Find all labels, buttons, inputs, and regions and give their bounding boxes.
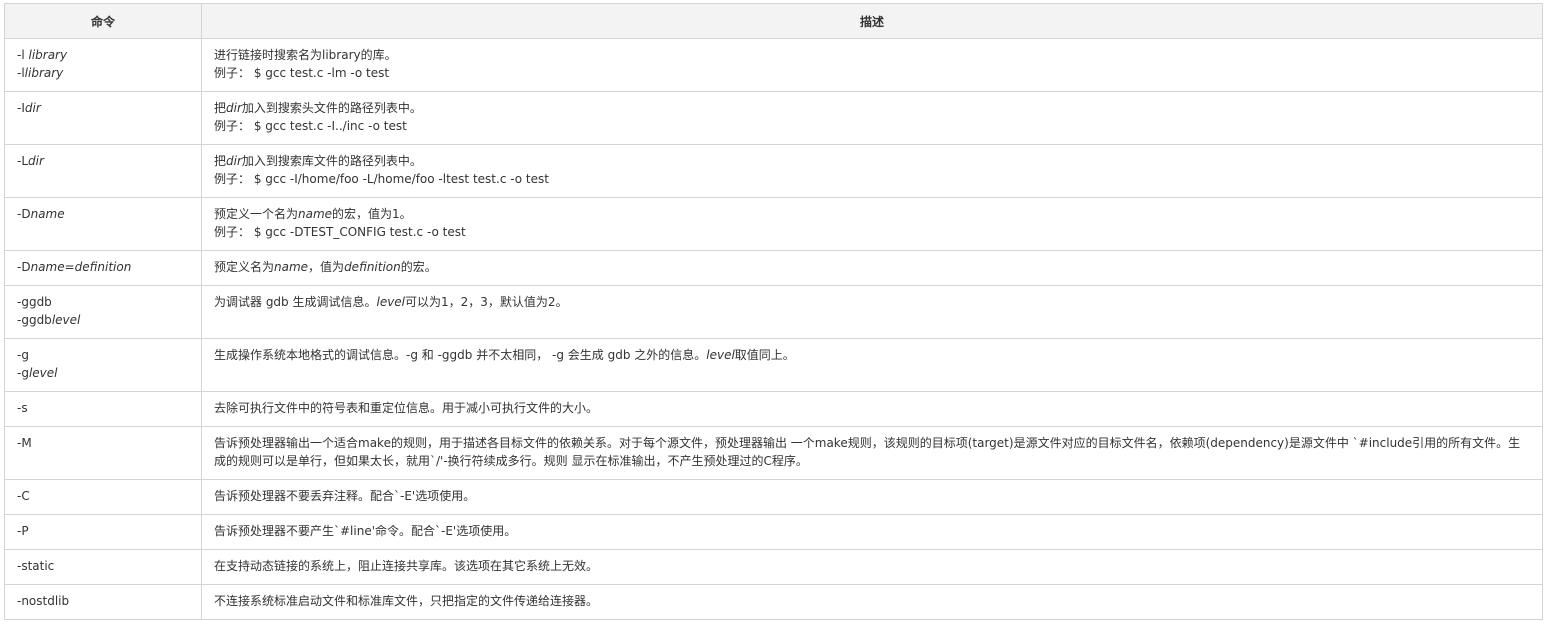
command-cell: -nostdlib (4, 584, 202, 620)
description-line: 例子： $ gcc test.c -lm -o test (214, 66, 390, 80)
description-line: 预定义名为name，值为definition的宏。 (214, 260, 437, 274)
command-line: -P (17, 524, 29, 538)
command-italic: library (24, 66, 64, 80)
command-cell: -static (4, 549, 202, 585)
description-line: 进行链接时搜索名为library的库。 (214, 48, 397, 62)
description-line: 预定义一个名为name的宏，值为1。 (214, 207, 412, 221)
description-line: 例子： $ gcc -I/home/foo -L/home/foo -ltest… (214, 172, 549, 186)
table-body: -l library -llibrary 进行链接时搜索名为library的库。 例子… (4, 38, 1543, 620)
command-italic: level (51, 313, 81, 327)
command-line: -glevel (17, 366, 58, 380)
table-row: -Idir 把dir加入到搜索头文件的路径列表中。 例子： $ gcc test.c… (4, 91, 1543, 145)
command-cell: -Dname=definition (4, 250, 202, 286)
description-line: 告诉预处理器输出一个适合make的规则，用于描述各目标文件的依赖关系。对于每个源… (214, 436, 1521, 468)
description-cell: 为调试器 gdb 生成调试信息。level可以为1，2，3，默认值为2。 (201, 285, 1543, 339)
table-row: -static 在支持动态链接的系统上，阻止连接共享库。该选项在其它系统上无效。 (4, 549, 1543, 585)
description-italic: dir (226, 154, 242, 168)
description-line: 为调试器 gdb 生成调试信息。level可以为1，2，3，默认值为2。 (214, 295, 568, 309)
command-cell: -g -glevel (4, 338, 202, 392)
command-cell: -s (4, 391, 202, 427)
command-line: -nostdlib (17, 594, 70, 608)
description-line: 把dir加入到搜索库文件的路径列表中。 (214, 154, 422, 168)
command-cell: -C (4, 479, 202, 515)
description-cell: 生成操作系统本地格式的调试信息。-g 和 -ggdb 并不太相同， -g 会生成… (201, 338, 1543, 392)
table-header-row: 命令 描述 (4, 3, 1543, 39)
command-line: -Dname (17, 207, 65, 221)
description-line: 告诉预处理器不要丢弃注释。配合`-E'选项使用。 (214, 489, 476, 503)
command-cell: -Dname (4, 197, 202, 251)
table-row: -s 去除可执行文件中的符号表和重定位信息。用于减小可执行文件的大小。 (4, 391, 1543, 427)
command-line: -C (17, 489, 30, 503)
command-cell: -P (4, 514, 202, 550)
description-cell: 在支持动态链接的系统上，阻止连接共享库。该选项在其它系统上无效。 (201, 549, 1543, 585)
header-command: 命令 (4, 3, 202, 39)
command-line: -l library (17, 48, 68, 62)
description-line: 去除可执行文件中的符号表和重定位信息。用于减小可执行文件的大小。 (214, 401, 599, 415)
command-italic: dir (28, 154, 44, 168)
table-row: -Ldir 把dir加入到搜索库文件的路径列表中。例子： $ gcc -I/hom… (4, 144, 1543, 198)
command-line: -Ldir (17, 154, 44, 168)
description-cell: 进行链接时搜索名为library的库。 例子： $ gcc test.c -lm … (201, 38, 1543, 92)
description-line: 告诉预处理器不要产生`#line'命令。配合`-E'选项使用。 (214, 524, 517, 538)
command-line: -static (17, 559, 55, 573)
description-line: 不连接系统标准启动文件和标准库文件，只把指定的文件传递给连接器。 (214, 594, 599, 608)
table-row: -Dname=definition 预定义名为name，值为definition的… (4, 250, 1543, 286)
command-line: -ggdblevel (17, 313, 81, 327)
gcc-options-table: 命令 描述 -l library -llibrary 进行链接时搜索名为librar… (4, 3, 1543, 620)
description-cell: 告诉预处理器不要产生`#line'命令。配合`-E'选项使用。 (201, 514, 1543, 550)
description-cell: 告诉预处理器不要丢弃注释。配合`-E'选项使用。 (201, 479, 1543, 515)
command-italic: name=definition (30, 260, 132, 274)
description-line: 例子： $ gcc test.c -I../inc -o test (214, 119, 407, 133)
description-line: 把dir加入到搜索头文件的路径列表中。 (214, 101, 422, 115)
command-line: -llibrary (17, 66, 64, 80)
command-line: -M (17, 436, 32, 450)
description-line: 例子： $ gcc -DTEST_CONFIG test.c -o test (214, 225, 466, 239)
command-italic: library (28, 48, 68, 62)
description-italic: definition (344, 260, 401, 274)
command-cell: -l library -llibrary (4, 38, 202, 92)
description-cell: 预定义名为name，值为definition的宏。 (201, 250, 1543, 286)
table-row: -P 告诉预处理器不要产生`#line'命令。配合`-E'选项使用。 (4, 514, 1543, 550)
description-cell: 去除可执行文件中的符号表和重定位信息。用于减小可执行文件的大小。 (201, 391, 1543, 427)
table-row: -g -glevel 生成操作系统本地格式的调试信息。-g 和 -ggdb 并不太相… (4, 338, 1543, 392)
command-italic: level (28, 366, 58, 380)
table-row: -nostdlib 不连接系统标准启动文件和标准库文件，只把指定的文件传递给连接器… (4, 584, 1543, 620)
command-cell: -Ldir (4, 144, 202, 198)
table-row: -C 告诉预处理器不要丢弃注释。配合`-E'选项使用。 (4, 479, 1543, 515)
command-line: -ggdb (17, 295, 52, 309)
description-italic: level (706, 348, 735, 362)
description-cell: 不连接系统标准启动文件和标准库文件，只把指定的文件传递给连接器。 (201, 584, 1543, 620)
description-italic: name (298, 207, 333, 221)
command-cell: -M (4, 426, 202, 480)
description-italic: dir (226, 101, 242, 115)
description-cell: 把dir加入到搜索头文件的路径列表中。 例子： $ gcc test.c -I..… (201, 91, 1543, 145)
description-line: 在支持动态链接的系统上，阻止连接共享库。该选项在其它系统上无效。 (214, 559, 599, 573)
command-line: -Dname=definition (17, 260, 132, 274)
command-italic: dir (24, 101, 41, 115)
header-description: 描述 (201, 3, 1543, 39)
command-line: -s (17, 401, 28, 415)
table-row: -M 告诉预处理器输出一个适合make的规则，用于描述各目标文件的依赖关系。对于每… (4, 426, 1543, 480)
description-cell: 预定义一个名为name的宏，值为1。例子： $ gcc -DTEST_CONFI… (201, 197, 1543, 251)
command-cell: -Idir (4, 91, 202, 145)
command-cell: -ggdb -ggdblevel (4, 285, 202, 339)
description-cell: 把dir加入到搜索库文件的路径列表中。例子： $ gcc -I/home/foo… (201, 144, 1543, 198)
command-italic: name (30, 207, 65, 221)
description-italic: level (376, 295, 406, 309)
table-row: -Dname 预定义一个名为name的宏，值为1。例子： $ gcc -DTEST… (4, 197, 1543, 251)
command-line: -Idir (17, 101, 41, 115)
command-line: -g (17, 348, 29, 362)
table-row: -l library -llibrary 进行链接时搜索名为library的库。 例子… (4, 38, 1543, 92)
description-line: 生成操作系统本地格式的调试信息。-g 和 -ggdb 并不太相同， -g 会生成… (214, 348, 795, 362)
table-row: -ggdb -ggdblevel 为调试器 gdb 生成调试信息。level可以为1… (4, 285, 1543, 339)
description-italic: name (274, 260, 309, 274)
description-cell: 告诉预处理器输出一个适合make的规则，用于描述各目标文件的依赖关系。对于每个源… (201, 426, 1543, 480)
